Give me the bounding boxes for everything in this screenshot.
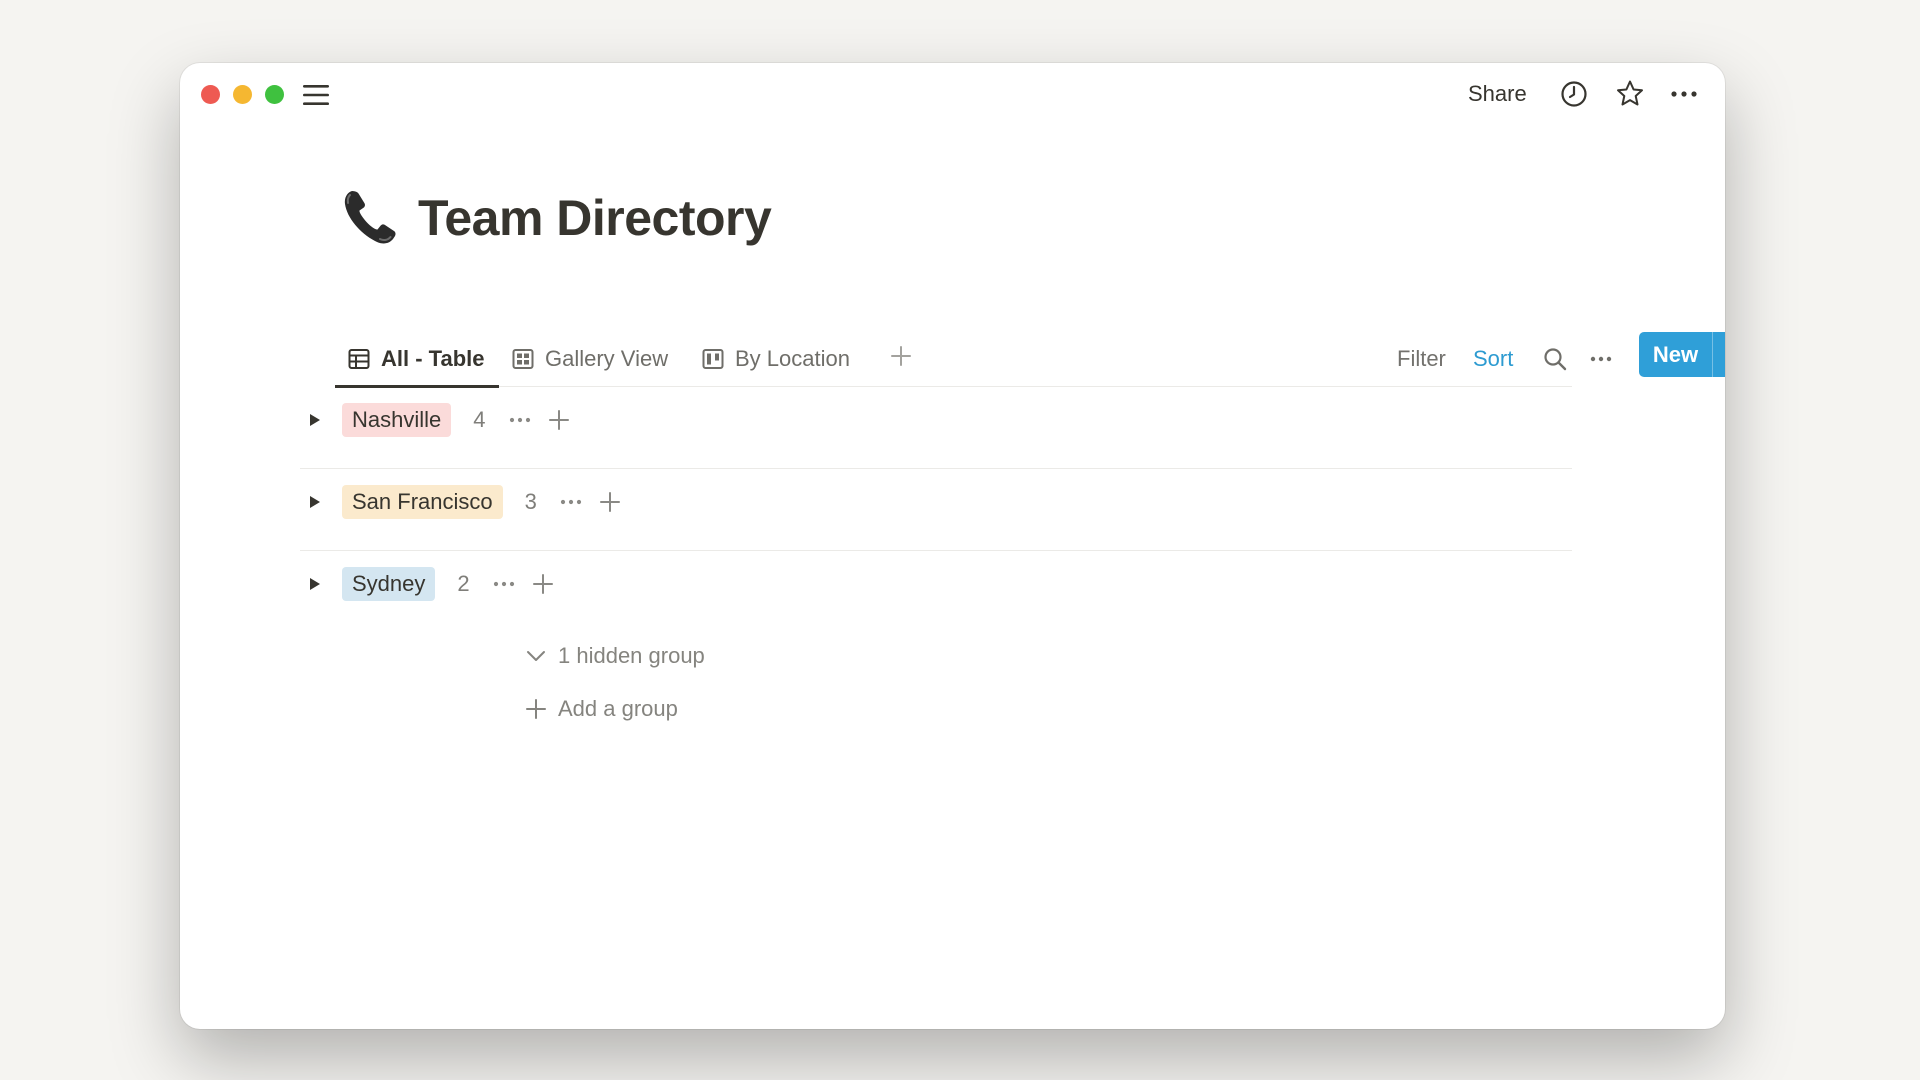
- group-header: Nashville 4: [300, 403, 572, 437]
- page-header: Team Directory: [338, 178, 772, 258]
- add-group-button[interactable]: Add a group: [524, 693, 678, 725]
- maximize-window-button[interactable]: [265, 85, 284, 104]
- search-icon[interactable]: [1540, 331, 1570, 387]
- board-icon: [701, 347, 725, 371]
- new-record-button[interactable]: New: [1639, 332, 1712, 377]
- filter-button[interactable]: Filter: [1397, 331, 1446, 387]
- chevron-down-icon: [524, 644, 548, 668]
- group-more-icon[interactable]: [557, 487, 585, 517]
- table-icon: [347, 347, 371, 371]
- expand-triangle-icon[interactable]: [300, 405, 330, 435]
- more-options-icon[interactable]: [1668, 78, 1700, 110]
- group-tag: San Francisco: [342, 485, 503, 519]
- sort-button[interactable]: Sort: [1473, 331, 1513, 387]
- tab-label: All - Table: [381, 346, 485, 371]
- group-more-icon[interactable]: [506, 405, 534, 435]
- group-count: 4: [473, 407, 486, 432]
- tab-label: By Location: [735, 346, 850, 371]
- page-title: Team Directory: [418, 190, 772, 246]
- tab-all-table[interactable]: All - Table: [335, 331, 499, 388]
- group-sydney: Sydney 2: [300, 551, 1572, 633]
- group-add-icon[interactable]: [546, 405, 572, 435]
- plus-icon: [890, 345, 912, 373]
- group-add-icon[interactable]: [597, 487, 623, 517]
- clock-icon[interactable]: [1558, 78, 1590, 110]
- group-tag: Nashville: [342, 403, 452, 437]
- group-san-francisco: San Francisco 3: [300, 469, 1572, 551]
- add-group-label: Add a group: [558, 696, 678, 721]
- new-button: New: [1639, 332, 1725, 377]
- hidden-group-toggle[interactable]: 1 hidden group: [524, 640, 705, 672]
- group-count: 3: [524, 489, 537, 514]
- tab-by-location[interactable]: By Location: [701, 331, 850, 387]
- top-bar: Share: [180, 63, 1725, 125]
- hidden-group-label: 1 hidden group: [558, 643, 705, 668]
- expand-triangle-icon[interactable]: [300, 487, 330, 517]
- view-tabs-bar: All - Table Gallery View By Location Fil…: [335, 331, 1725, 388]
- group-nashville: Nashville 4: [300, 387, 1572, 469]
- group-tag: Sydney: [342, 567, 436, 601]
- group-header: San Francisco 3: [300, 485, 623, 519]
- plus-icon: [524, 697, 548, 721]
- tab-label: Gallery View: [545, 346, 669, 371]
- phone-icon[interactable]: [338, 185, 404, 251]
- close-window-button[interactable]: [201, 85, 220, 104]
- group-add-icon[interactable]: [530, 569, 556, 599]
- star-icon[interactable]: [1614, 78, 1646, 110]
- add-view-button[interactable]: [889, 331, 913, 387]
- chevron-down-icon[interactable]: [1713, 332, 1725, 377]
- expand-triangle-icon[interactable]: [300, 569, 330, 599]
- group-more-icon[interactable]: [490, 569, 518, 599]
- minimize-window-button[interactable]: [233, 85, 252, 104]
- app-window: Share Team Directory All - Table Gallery…: [180, 63, 1725, 1029]
- share-button[interactable]: Share: [1468, 81, 1527, 107]
- hamburger-menu-icon[interactable]: [301, 82, 331, 108]
- gallery-icon: [511, 347, 535, 371]
- group-count: 2: [457, 571, 470, 596]
- tab-gallery-view[interactable]: Gallery View: [511, 331, 668, 387]
- group-header: Sydney 2: [300, 567, 556, 601]
- view-options-icon[interactable]: [1586, 331, 1616, 387]
